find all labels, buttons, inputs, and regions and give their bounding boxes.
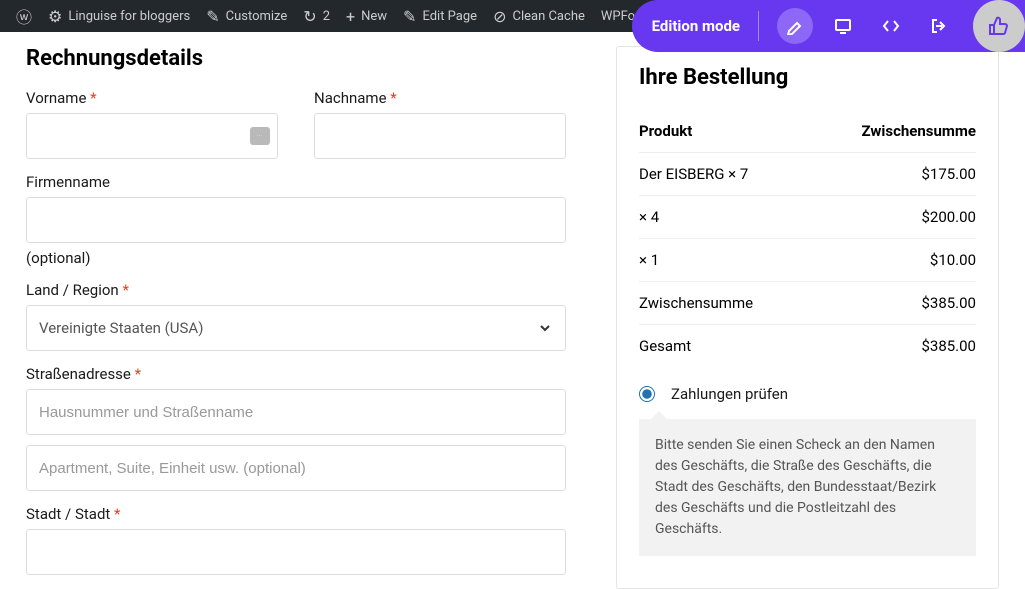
pencil-icon: ✎ — [403, 7, 416, 26]
code-icon — [882, 17, 900, 35]
country-select[interactable]: Vereinigte Staaten (USA) — [26, 305, 566, 351]
monitor-icon — [834, 17, 852, 35]
total-label: Gesamt — [639, 337, 691, 355]
order-section: Ihre Bestellung Produkt Zwischensumme Der… — [616, 46, 999, 589]
payment-check-radio[interactable] — [639, 386, 655, 402]
city-input[interactable] — [26, 529, 566, 575]
edit-page-link[interactable]: ✎ Edit Page — [395, 7, 485, 26]
refresh-icon: ↻ — [303, 7, 316, 26]
chevron-down-icon — [537, 320, 553, 336]
lastname-input[interactable] — [314, 113, 566, 159]
separator — [758, 11, 759, 41]
site-name-label: Linguise for bloggers — [68, 9, 190, 24]
wordpress-icon: ⓦ — [16, 4, 32, 28]
desktop-button[interactable] — [825, 8, 861, 44]
street1-input[interactable] — [26, 389, 566, 435]
table-row: × 1$10.00 — [639, 239, 976, 282]
city-label: Stadt / Stadt * — [26, 505, 566, 523]
customize-link[interactable]: ✎ Customize — [198, 7, 295, 26]
optional-text: (optional) — [26, 249, 566, 267]
gear-icon: ⚙ — [48, 7, 62, 26]
firstname-label: Vorname * — [26, 89, 278, 107]
table-row: × 4$200.00 — [639, 196, 976, 239]
product-head: Produkt — [639, 122, 692, 140]
billing-heading: Rechnungsdetails — [26, 46, 566, 71]
payment-check-description: Bitte senden Sie einen Scheck an den Nam… — [639, 419, 976, 556]
autofill-icon[interactable]: ••• — [250, 127, 270, 145]
site-name[interactable]: ⚙ Linguise for bloggers — [40, 7, 198, 26]
company-input[interactable] — [26, 197, 566, 243]
subtotal-label: Zwischensumme — [639, 294, 753, 312]
plus-icon: + — [346, 7, 355, 26]
street-label: Straßenadresse * — [26, 365, 566, 383]
subtotal-head: Zwischensumme — [861, 122, 976, 140]
street2-input[interactable] — [26, 445, 566, 491]
edit-button[interactable] — [777, 8, 813, 44]
order-heading: Ihre Bestellung — [639, 65, 976, 90]
edition-mode-label: Edition mode — [652, 17, 740, 35]
exit-button[interactable] — [921, 8, 957, 44]
new-link[interactable]: + New — [338, 7, 395, 26]
thumbs-up-icon — [987, 14, 1011, 38]
brush-icon: ✎ — [206, 7, 219, 26]
customize-label: Customize — [226, 9, 288, 24]
firstname-input[interactable] — [26, 113, 278, 159]
payment-check-label: Zahlungen prüfen — [671, 385, 788, 403]
lastname-label: Nachname * — [314, 89, 566, 107]
updates-count: 2 — [323, 9, 330, 24]
subtotal-value: $385.00 — [921, 294, 976, 312]
pencil-icon — [786, 17, 804, 35]
exit-icon — [930, 17, 948, 35]
table-row: Der EISBERG × 7$175.00 — [639, 153, 976, 196]
total-value: $385.00 — [921, 337, 976, 355]
country-value: Vereinigte Staaten (USA) — [39, 319, 203, 337]
billing-section: Rechnungsdetails Vorname * ••• Nachname … — [26, 46, 566, 589]
updates-link[interactable]: ↻2 — [295, 7, 338, 26]
clean-cache-link[interactable]: ⊘ Clean Cache — [485, 7, 593, 26]
country-label: Land / Region * — [26, 281, 566, 299]
edit-page-label: Edit Page — [422, 9, 477, 24]
order-table: Produkt Zwischensumme Der EISBERG × 7$175… — [639, 110, 976, 367]
code-button[interactable] — [873, 8, 909, 44]
clean-cache-label: Clean Cache — [512, 9, 584, 24]
company-label: Firmenname — [26, 173, 566, 191]
payment-section: Zahlungen prüfen Bitte senden Sie einen … — [639, 385, 976, 556]
edition-mode-bar: Edition mode — [632, 0, 1025, 52]
thumb-button[interactable] — [973, 0, 1025, 52]
wp-logo[interactable]: ⓦ — [8, 4, 40, 28]
tag-icon: ⊘ — [493, 7, 506, 26]
new-label: New — [361, 9, 387, 24]
